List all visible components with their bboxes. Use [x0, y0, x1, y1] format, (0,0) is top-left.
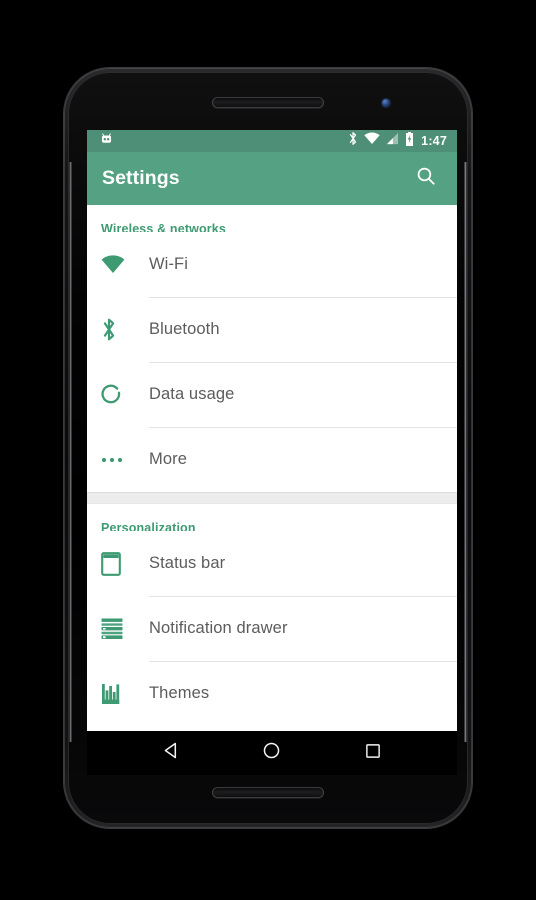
list-item-label: More [149, 450, 187, 468]
list-item-label: Data usage [149, 385, 235, 403]
list-item-notification-drawer[interactable]: Notification drawer [87, 596, 457, 661]
phone-screen: 1:47 Settings Wireless & networks Wi-Fi … [87, 130, 457, 775]
earpiece-grille [212, 97, 324, 108]
section-divider [87, 492, 457, 504]
more-dots-icon [101, 457, 149, 463]
phone-body: 1:47 Settings Wireless & networks Wi-Fi … [68, 72, 468, 824]
triangle-left-icon [162, 741, 181, 765]
list-item-status-bar[interactable]: Status bar [87, 531, 457, 596]
bluetooth-icon [101, 317, 149, 342]
page-title: Settings [102, 167, 180, 189]
circle-icon [262, 741, 281, 765]
bottom-speaker-grille [212, 787, 324, 798]
list-item-label: Bluetooth [149, 320, 220, 338]
front-camera-icon [382, 99, 390, 107]
settings-list[interactable]: Wireless & networks Wi-Fi Bluetooth Data… [87, 205, 457, 731]
battery-charging-icon [405, 131, 414, 151]
status-bar-left-icons [99, 132, 348, 151]
navigation-bar [87, 731, 457, 775]
themes-icon [101, 683, 149, 705]
search-icon [415, 165, 437, 192]
list-item-label: Themes [149, 684, 210, 702]
home-button[interactable] [249, 731, 295, 775]
section-header-wireless: Wireless & networks [101, 222, 227, 236]
back-button[interactable] [148, 731, 194, 775]
list-item-more[interactable]: More [87, 427, 457, 492]
list-item-wifi[interactable]: Wi-Fi [87, 232, 457, 297]
status-bar-icon [101, 551, 149, 576]
wifi-icon [101, 255, 149, 274]
phone-side-rail-left [69, 162, 72, 742]
list-item-label: Notification drawer [149, 619, 288, 637]
square-icon [364, 742, 382, 765]
cyanogenmod-robot-icon [99, 132, 114, 151]
phone-side-rail-right [464, 162, 467, 742]
section-header-personalization: Personalization [101, 521, 196, 535]
notification-drawer-icon [101, 618, 149, 640]
phone-device: 1:47 Settings Wireless & networks Wi-Fi … [64, 68, 472, 828]
search-button[interactable] [409, 162, 443, 196]
list-item-data-usage[interactable]: Data usage [87, 362, 457, 427]
status-bar-right-icons: 1:47 [348, 131, 447, 151]
wifi-icon [364, 132, 380, 150]
data-usage-icon [101, 384, 149, 406]
status-bar-clock: 1:47 [421, 134, 447, 148]
status-bar: 1:47 [87, 130, 457, 152]
list-item-label: Status bar [149, 554, 226, 572]
recents-button[interactable] [350, 731, 396, 775]
bluetooth-icon [348, 131, 358, 151]
list-item-bluetooth[interactable]: Bluetooth [87, 297, 457, 362]
app-toolbar: Settings [87, 152, 457, 205]
cellular-signal-icon [386, 132, 399, 150]
list-item-label: Wi-Fi [149, 255, 188, 273]
list-item-themes[interactable]: Themes [87, 661, 457, 726]
